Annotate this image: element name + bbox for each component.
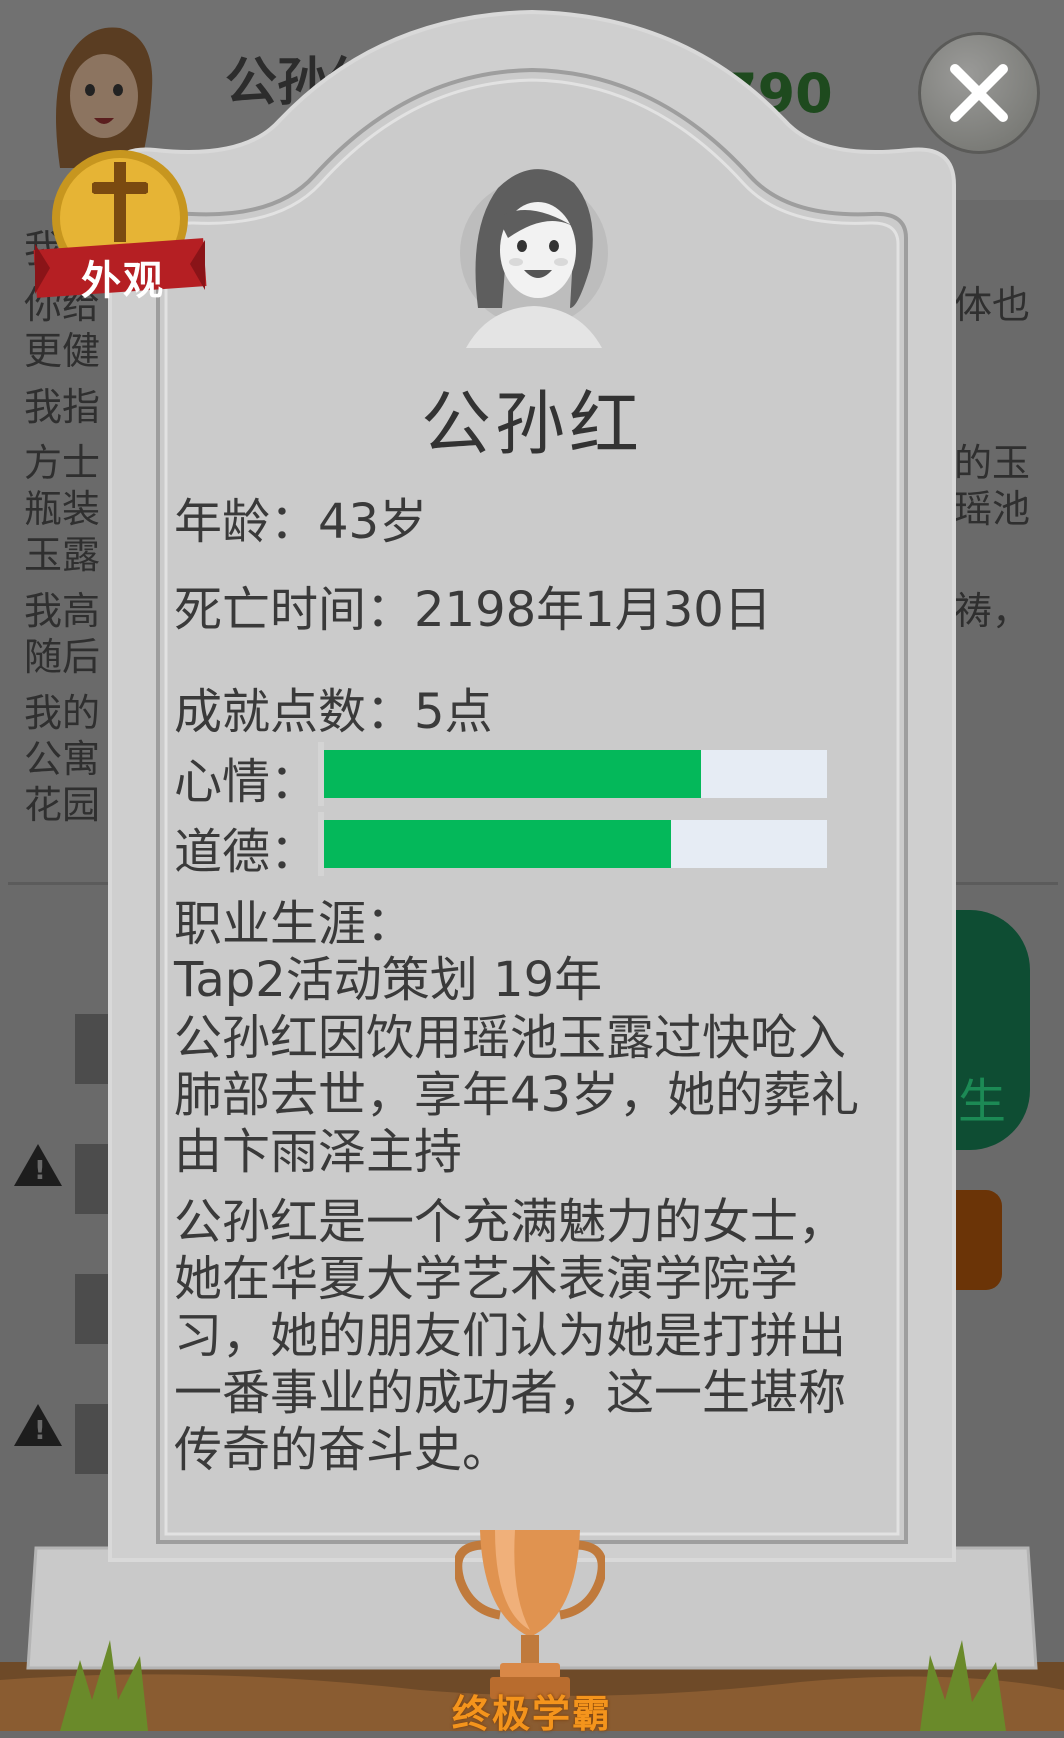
age-text: 年龄：43岁 (174, 494, 428, 550)
career-value: Tap2活动策划 19年 (174, 952, 603, 1008)
bronze-trophy-icon (455, 1530, 605, 1699)
life-description: 公孙红是一个充满魅力的女士，她在华夏大学艺术表演学院学习，她的朋友们认为她是打拼… (174, 1194, 847, 1478)
mood-bar (324, 750, 827, 798)
morality-bar-fill (324, 820, 672, 868)
morality-label: 道德： (174, 824, 319, 880)
achievement-points-text: 成就点数：5点 (174, 684, 493, 740)
portrait-avatar (460, 169, 608, 348)
deceased-name: 公孙红 (421, 383, 643, 465)
death-description: 公孙红因饮用瑶池玉露过快呛入肺部去世，享年43岁，她的葬礼由卞雨泽主持 (174, 1010, 860, 1180)
appearance-label: 外观 (81, 258, 165, 304)
mood-label: 心情： (174, 754, 319, 810)
close-button[interactable] (918, 32, 1040, 154)
close-icon (950, 64, 1008, 122)
achievement-title: 终极学霸 (451, 1692, 612, 1736)
cross-icon (92, 162, 148, 242)
morality-bar (324, 820, 827, 868)
death-time-text: 死亡时间：2198年1月30日 (174, 582, 772, 638)
mood-bar-fill (324, 750, 702, 798)
